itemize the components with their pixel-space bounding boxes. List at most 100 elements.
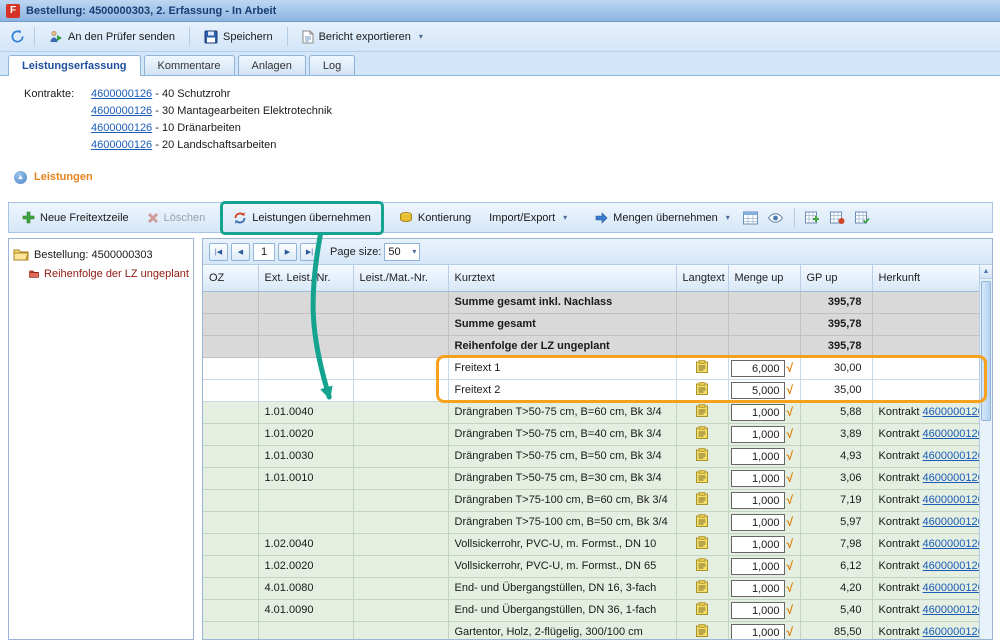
kontrakt-row[interactable]: 1.01.0010Drängraben T>50-75 cm, B=30 cm,… bbox=[203, 467, 979, 489]
kontrakt-row[interactable]: 1.01.0040Drängraben T>50-75 cm, B=60 cm,… bbox=[203, 401, 979, 423]
page-size-select[interactable]: 50▾ bbox=[384, 243, 420, 261]
loeschen-button[interactable]: Löschen bbox=[139, 207, 214, 229]
col-header-kurztext[interactable]: Kurztext bbox=[448, 265, 676, 291]
langtext-note-icon[interactable] bbox=[696, 624, 708, 639]
current-page-box[interactable]: 1 bbox=[253, 243, 275, 261]
collapse-icon[interactable]: ▲ bbox=[14, 171, 27, 184]
kontrakt-row[interactable]: 1.01.0030Drängraben T>50-75 cm, B=50 cm,… bbox=[203, 445, 979, 467]
import-export-button[interactable]: Import/Export bbox=[481, 207, 575, 229]
tree-root-item[interactable]: Bestellung: 4500000303 bbox=[13, 245, 189, 264]
table-add-button[interactable] bbox=[802, 207, 824, 228]
tree-child-item[interactable]: Reihenfolge der LZ ungeplant bbox=[13, 264, 189, 283]
herkunft-kontrakt-link[interactable]: 4600000126 bbox=[923, 450, 979, 462]
tab-anlagen[interactable]: Anlagen bbox=[238, 55, 306, 75]
herkunft-kontrakt-link[interactable]: 4600000126 bbox=[923, 626, 979, 638]
menge-input[interactable]: 1,000 bbox=[731, 426, 785, 443]
visibility-button[interactable] bbox=[765, 207, 787, 228]
kontrakt-row[interactable]: 1.01.0020Drängraben T>50-75 cm, B=40 cm,… bbox=[203, 423, 979, 445]
scrollbar-thumb[interactable] bbox=[981, 281, 991, 421]
langtext-note-icon[interactable] bbox=[696, 536, 708, 552]
last-page-button[interactable]: ▶| bbox=[300, 243, 319, 261]
kontrakt-row[interactable]: Drängraben T>75-100 cm, B=50 cm, Bk 3/41… bbox=[203, 511, 979, 533]
table-check-button[interactable] bbox=[852, 207, 874, 228]
menge-input[interactable]: 1,000 bbox=[731, 580, 785, 597]
formula-icon[interactable]: √ bbox=[787, 450, 798, 462]
menge-input[interactable]: 1,000 bbox=[731, 448, 785, 465]
langtext-note-icon[interactable] bbox=[696, 404, 708, 420]
col-header-menge-up[interactable]: Menge up bbox=[728, 265, 800, 291]
formula-icon[interactable]: √ bbox=[787, 384, 798, 396]
formula-icon[interactable]: √ bbox=[787, 538, 798, 550]
formula-icon[interactable]: √ bbox=[787, 604, 798, 616]
herkunft-kontrakt-link[interactable]: 4600000126 bbox=[923, 516, 979, 528]
vertical-scrollbar[interactable]: ▲ bbox=[979, 265, 992, 639]
langtext-note-icon[interactable] bbox=[696, 426, 708, 442]
select-columns-button[interactable] bbox=[740, 207, 762, 228]
langtext-note-icon[interactable] bbox=[696, 492, 708, 508]
kontrakt-row[interactable]: 1.02.0040Vollsickerrohr, PVC-U, m. Forms… bbox=[203, 533, 979, 555]
col-header-leist-mat-nr[interactable]: Leist./Mat.-Nr. bbox=[353, 265, 448, 291]
menge-input[interactable]: 1,000 bbox=[731, 558, 785, 575]
summary-row[interactable]: Reihenfolge der LZ ungeplant395,78 bbox=[203, 335, 979, 357]
menge-input[interactable]: 5,000 bbox=[731, 382, 785, 399]
menge-input[interactable]: 1,000 bbox=[731, 470, 785, 487]
neue-freitextzeile-button[interactable]: Neue Freitextzeile bbox=[14, 206, 137, 229]
summary-row[interactable]: Summe gesamt inkl. Nachlass395,78 bbox=[203, 291, 979, 313]
send-to-reviewer-button[interactable]: An den Prüfer senden bbox=[41, 25, 183, 49]
tab-kommentare[interactable]: Kommentare bbox=[144, 55, 235, 75]
menge-input[interactable]: 1,000 bbox=[731, 514, 785, 531]
herkunft-kontrakt-link[interactable]: 4600000126 bbox=[923, 560, 979, 572]
herkunft-kontrakt-link[interactable]: 4600000126 bbox=[923, 582, 979, 594]
col-header-gp-up[interactable]: GP up bbox=[800, 265, 872, 291]
formula-icon[interactable]: √ bbox=[787, 428, 798, 440]
leistungen-uebernehmen-button[interactable]: Leistungen übernehmen bbox=[225, 206, 379, 230]
herkunft-kontrakt-link[interactable]: 4600000126 bbox=[923, 428, 979, 440]
col-header-herkunft[interactable]: Herkunft bbox=[872, 265, 979, 291]
herkunft-kontrakt-link[interactable]: 4600000126 bbox=[923, 604, 979, 616]
kontrakt-row[interactable]: 4.01.0090End- und Übergangstüllen, DN 36… bbox=[203, 599, 979, 621]
kontierung-button[interactable]: Kontierung bbox=[391, 206, 479, 229]
kontrakt-link[interactable]: 4600000126 bbox=[91, 88, 152, 100]
langtext-note-icon[interactable] bbox=[696, 514, 708, 530]
kontrakt-link[interactable]: 4600000126 bbox=[91, 105, 152, 117]
formula-icon[interactable]: √ bbox=[787, 582, 798, 594]
kontrakt-row[interactable]: 4.01.0080End- und Übergangstüllen, DN 16… bbox=[203, 577, 979, 599]
menge-input[interactable]: 1,000 bbox=[731, 536, 785, 553]
langtext-note-icon[interactable] bbox=[696, 470, 708, 486]
langtext-note-icon[interactable] bbox=[696, 382, 708, 398]
col-header-langtext[interactable]: Langtext bbox=[676, 265, 728, 291]
formula-icon[interactable]: √ bbox=[787, 626, 798, 638]
kontrakt-link[interactable]: 4600000126 bbox=[91, 122, 152, 134]
menge-input[interactable]: 6,000 bbox=[731, 360, 785, 377]
prev-page-button[interactable]: ◀ bbox=[231, 243, 250, 261]
kontrakt-link[interactable]: 4600000126 bbox=[91, 139, 152, 151]
herkunft-kontrakt-link[interactable]: 4600000126 bbox=[923, 538, 979, 550]
table-edit-button[interactable] bbox=[827, 207, 849, 228]
tab-log[interactable]: Log bbox=[309, 55, 355, 75]
col-header-oz[interactable]: OZ bbox=[203, 265, 258, 291]
scroll-up-button[interactable]: ▲ bbox=[980, 265, 992, 279]
tab-leistungserfassung[interactable]: Leistungserfassung bbox=[8, 55, 141, 76]
herkunft-kontrakt-link[interactable]: 4600000126 bbox=[923, 406, 979, 418]
freitext-row[interactable]: Freitext 25,000√35,00 bbox=[203, 379, 979, 401]
formula-icon[interactable]: √ bbox=[787, 560, 798, 572]
langtext-note-icon[interactable] bbox=[696, 558, 708, 574]
langtext-note-icon[interactable] bbox=[696, 580, 708, 596]
herkunft-kontrakt-link[interactable]: 4600000126 bbox=[923, 494, 979, 506]
formula-icon[interactable]: √ bbox=[787, 406, 798, 418]
kontrakt-row[interactable]: Gartentor, Holz, 2-flügelig, 300/100 cm1… bbox=[203, 621, 979, 639]
save-button[interactable]: Speichern bbox=[196, 25, 281, 49]
col-header-ext-leist-nr[interactable]: Ext. Leist.-Nr. bbox=[258, 265, 353, 291]
summary-row[interactable]: Summe gesamt395,78 bbox=[203, 313, 979, 335]
export-report-button[interactable]: Bericht exportieren bbox=[294, 25, 431, 49]
freitext-row[interactable]: Freitext 16,000√30,00 bbox=[203, 357, 979, 379]
first-page-button[interactable]: |◀ bbox=[209, 243, 228, 261]
formula-icon[interactable]: √ bbox=[787, 494, 798, 506]
kontrakt-row[interactable]: Drängraben T>75-100 cm, B=60 cm, Bk 3/41… bbox=[203, 489, 979, 511]
menge-input[interactable]: 1,000 bbox=[731, 404, 785, 421]
menge-input[interactable]: 1,000 bbox=[731, 492, 785, 509]
langtext-note-icon[interactable] bbox=[696, 360, 708, 376]
formula-icon[interactable]: √ bbox=[787, 472, 798, 484]
formula-icon[interactable]: √ bbox=[787, 362, 798, 374]
refresh-button[interactable] bbox=[6, 26, 28, 47]
